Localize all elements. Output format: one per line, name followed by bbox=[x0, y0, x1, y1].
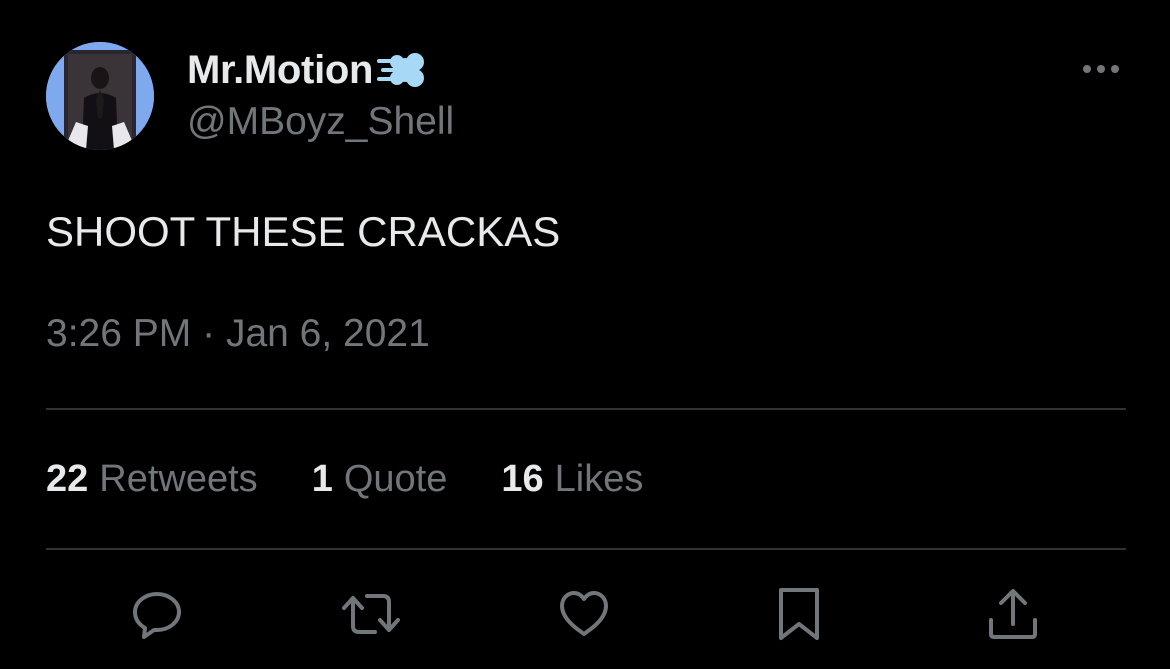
likes-count: 16 bbox=[501, 458, 544, 500]
avatar[interactable] bbox=[46, 42, 154, 150]
share-button[interactable] bbox=[981, 582, 1045, 646]
retweets-stat[interactable]: 22 Retweets bbox=[46, 458, 258, 501]
tweet-date[interactable]: Jan 6, 2021 bbox=[226, 312, 430, 355]
like-icon bbox=[560, 591, 608, 636]
action-bar bbox=[0, 582, 1170, 646]
like-button[interactable] bbox=[552, 582, 616, 646]
retweet-icon bbox=[342, 594, 400, 634]
quotes-stat[interactable]: 1 Quote bbox=[312, 458, 448, 501]
display-name[interactable]: Mr.Motion bbox=[187, 48, 373, 93]
reply-button[interactable] bbox=[125, 582, 189, 646]
engagement-stats: 22 Retweets 1 Quote 16 Likes bbox=[46, 458, 643, 501]
dash-emoji-icon bbox=[375, 46, 427, 94]
quotes-label: Quote bbox=[343, 458, 448, 500]
timestamp-separator: · bbox=[202, 312, 216, 355]
author-name-row[interactable]: Mr.Motion bbox=[187, 44, 427, 96]
retweet-button[interactable] bbox=[339, 582, 403, 646]
more-dots-icon bbox=[1083, 65, 1119, 73]
more-options-button[interactable] bbox=[1076, 52, 1126, 86]
retweets-label: Retweets bbox=[99, 458, 258, 500]
reply-icon bbox=[133, 592, 181, 639]
retweets-count: 22 bbox=[46, 458, 89, 500]
tweet-text: SHOOT THESE CRACKAS bbox=[46, 208, 561, 255]
likes-stat[interactable]: 16 Likes bbox=[501, 458, 643, 501]
bookmark-icon bbox=[779, 588, 819, 640]
divider bbox=[46, 548, 1126, 550]
handle[interactable]: @MBoyz_Shell bbox=[187, 100, 454, 144]
bookmark-button[interactable] bbox=[767, 582, 831, 646]
divider bbox=[46, 408, 1126, 410]
likes-label: Likes bbox=[554, 458, 644, 500]
timestamp-row: 3:26 PM · Jan 6, 2021 bbox=[46, 312, 430, 356]
quotes-count: 1 bbox=[311, 458, 333, 500]
tweet-time[interactable]: 3:26 PM bbox=[46, 312, 191, 355]
share-icon bbox=[989, 589, 1037, 639]
